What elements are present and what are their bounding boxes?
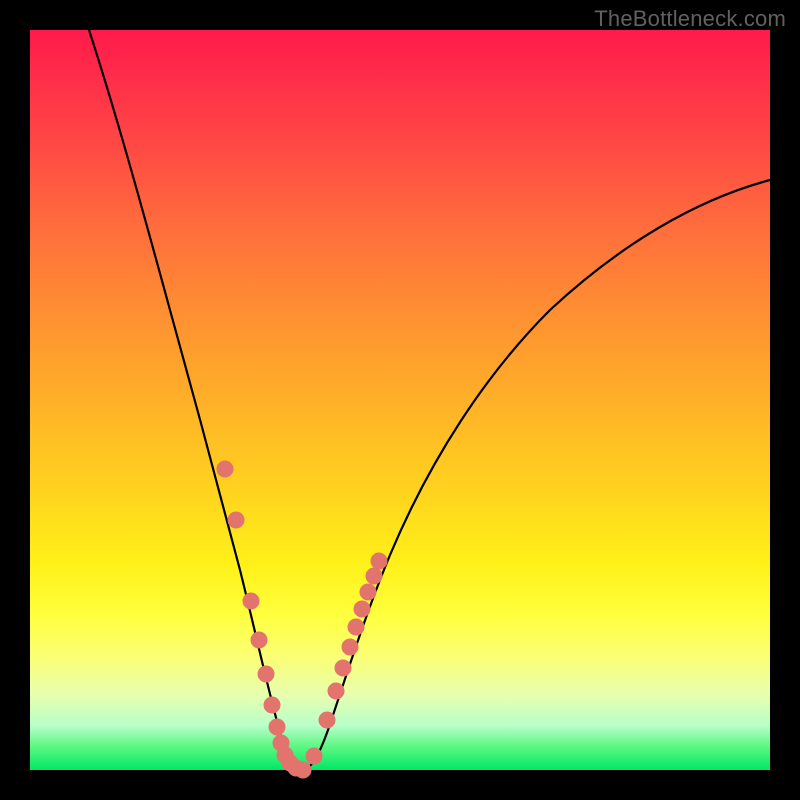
marker-dot <box>371 553 387 569</box>
chart-svg <box>30 30 770 770</box>
watermark-text: TheBottleneck.com <box>594 6 786 32</box>
marker-dots-group <box>217 461 387 778</box>
marker-dot <box>295 762 311 778</box>
marker-dot <box>348 619 364 635</box>
marker-dot <box>217 461 233 477</box>
marker-dot <box>366 568 382 584</box>
bottleneck-curve <box>89 30 770 770</box>
marker-dot <box>319 712 335 728</box>
marker-dot <box>251 632 267 648</box>
marker-dot <box>328 683 344 699</box>
marker-dot <box>269 719 285 735</box>
marker-dot <box>264 697 280 713</box>
marker-dot <box>342 639 358 655</box>
marker-dot <box>258 666 274 682</box>
marker-dot <box>243 593 259 609</box>
marker-dot <box>228 512 244 528</box>
marker-dot <box>335 660 351 676</box>
marker-dot <box>360 584 376 600</box>
marker-dot <box>306 748 322 764</box>
marker-dot <box>354 601 370 617</box>
chart-frame: TheBottleneck.com <box>0 0 800 800</box>
